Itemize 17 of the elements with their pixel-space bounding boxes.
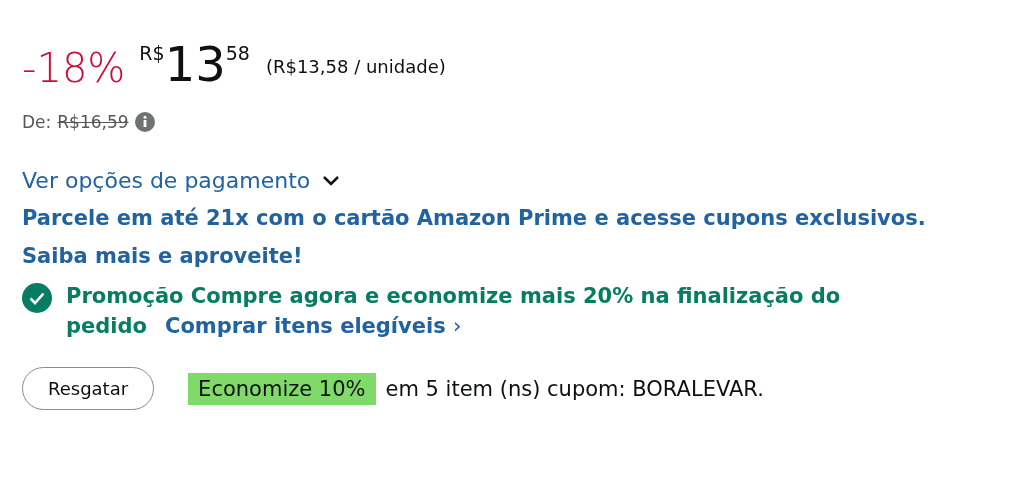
chevron-down-icon[interactable] [322,174,341,187]
price-fraction: 58 [225,44,250,63]
redeem-button[interactable]: Resgatar [22,367,155,410]
installment-offer-link[interactable]: Parcele em até 21x com o cartão Amazon Prime e acesse cupons exclusivos. Saiba mais e aproveite! [22,199,982,275]
discount-percent: -18% [22,48,126,88]
currency-symbol: R$ [139,44,165,63]
info-icon[interactable] [134,112,155,132]
list-price: R$16,59 [57,112,129,132]
eligible-items-link[interactable]: Comprar itens elegíveis › [164,314,462,338]
list-price-label: De: [22,112,52,132]
coupon-badge: Economize 10% [188,372,376,405]
payment-options-link[interactable]: Ver opções de pagamento [22,168,311,193]
coupon-text: em 5 item (ns) cupom: BORALEVAR. [385,376,764,401]
price-whole: 13 [164,40,226,88]
promotion-text: Promoção Compre agora e economize mais 20% na finalização do pedido Comprar itens elegíveis › [66,283,842,340]
unit-price: (R$13,58 / unidade) [265,58,446,76]
check-circle-icon [22,283,52,313]
